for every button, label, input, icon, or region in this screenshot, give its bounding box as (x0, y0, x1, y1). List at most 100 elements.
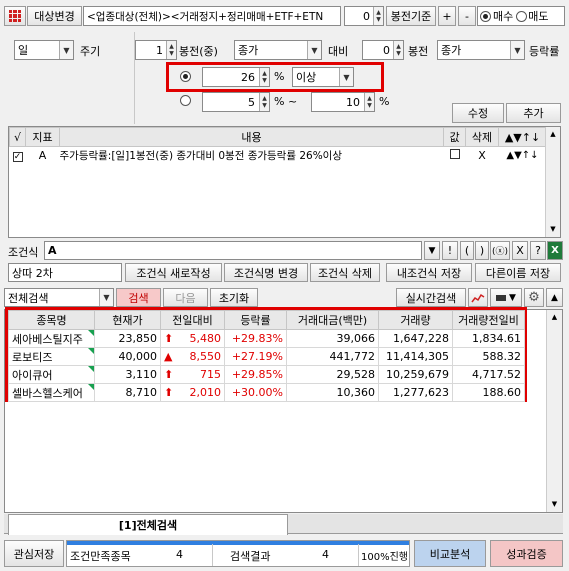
header-ratio[interactable]: 거래량전일비 (452, 310, 525, 330)
rename-condition-button[interactable]: 조건식명 변경 (224, 263, 308, 282)
results-scrollbar[interactable]: ▲ ▼ (546, 310, 562, 512)
edit-button[interactable]: 수정 (452, 103, 504, 123)
buy-radio[interactable] (480, 10, 491, 22)
search-button[interactable]: 검색 (116, 288, 161, 307)
chevron-down-icon[interactable]: ▼ (307, 41, 321, 59)
menu-dropdown-icon[interactable]: ▼ (490, 288, 522, 307)
excel-icon[interactable]: X (547, 241, 563, 260)
option2-from-input[interactable]: 5 ▲ ▼ (202, 92, 270, 112)
right-price-select[interactable]: 종가 ▼ (437, 40, 525, 60)
header-price[interactable]: 현재가 (94, 310, 161, 330)
chevron-down-icon[interactable]: ▼ (510, 41, 524, 59)
compare-analysis-button[interactable]: 비교분석 (414, 540, 486, 567)
volume: 10,259,679 (378, 365, 453, 384)
strategy-name-input[interactable]: 상따 2차 (8, 263, 122, 282)
stock-name[interactable]: 세아베스틸지주 (8, 329, 95, 348)
table-row[interactable]: 셀바스헬스케어 8,710 ⬆ 2,010 +30.00% 10,360 1,27… (8, 383, 525, 402)
cycle-label: 주기 (80, 45, 101, 58)
help-button[interactable]: ? (530, 241, 546, 260)
option1-radio[interactable] (180, 71, 191, 82)
header-rate[interactable]: 등락률 (224, 310, 287, 330)
vs-label: 대비 (328, 45, 349, 58)
stock-name[interactable]: 로보티즈 (8, 347, 95, 366)
right-bong-value: 0 (383, 43, 390, 57)
formula-input[interactable]: A (44, 241, 422, 260)
condition-checkbox[interactable]: ✓ (12, 151, 23, 162)
value-checkbox[interactable] (449, 148, 460, 159)
add-button[interactable]: 추가 (506, 103, 561, 123)
xor-button[interactable]: (ⓧ) (490, 241, 510, 260)
scroll-down-icon[interactable]: ▼ (546, 222, 560, 237)
tab-full-search[interactable]: [1]전체검색 (8, 514, 288, 535)
header-name[interactable]: 종목명 (8, 310, 95, 330)
option1-cond-select[interactable]: 이상 ▼ (292, 67, 354, 87)
clear-formula-button[interactable]: X (512, 241, 528, 260)
condition-scrollbar[interactable]: ▲ ▼ (545, 127, 560, 237)
save-condition-button[interactable]: 내조건식 저장 (386, 263, 472, 282)
right-bong-input[interactable]: 0 ▲ ▼ (362, 40, 404, 60)
spinner-icon[interactable]: ▲ ▼ (373, 7, 383, 25)
formula-dropdown-button[interactable]: ▼ (424, 241, 440, 260)
open-paren-button[interactable]: ( (460, 241, 474, 260)
next-button[interactable]: 다음 (163, 288, 208, 307)
chart-icon[interactable] (468, 288, 488, 307)
realtime-search-button[interactable]: 실시간검색 (396, 288, 466, 307)
table-row[interactable]: 아이큐어 3,110 ⬆ 715 +29.85% 29,528 10,259,67… (8, 365, 525, 384)
results-header: 종목명 현재가 전일대비 등락률 거래대금(백만) 거래량 거래량전일비 (8, 310, 525, 330)
scroll-up-icon[interactable]: ▲ (547, 310, 562, 325)
close-paren-button[interactable]: ) (475, 241, 489, 260)
bong-base-button[interactable]: 봉전기준 (386, 6, 436, 26)
change: ⬆ 715 (160, 365, 225, 384)
chevron-down-icon[interactable]: ▼ (339, 68, 353, 86)
period-select[interactable]: 일 ▼ (14, 40, 74, 60)
results-table: 종목명 현재가 전일대비 등락률 거래대금(백만) 거래량 거래량전일비 세아베… (8, 310, 525, 402)
spinner-icon[interactable]: ▲ ▼ (166, 41, 176, 59)
left-bong-input[interactable]: 1 ▲ ▼ (135, 40, 177, 60)
chevron-down-icon[interactable]: ▼ (59, 41, 73, 59)
left-price-select[interactable]: 종가 ▼ (234, 40, 322, 60)
spinner-icon[interactable]: ▲ ▼ (364, 93, 374, 111)
not-button[interactable]: ! (442, 241, 458, 260)
gear-icon[interactable]: ⚙ (524, 288, 544, 307)
tab-full-search-label: [1]전체검색 (118, 519, 178, 532)
header-amount[interactable]: 거래대금(백만) (286, 310, 379, 330)
performance-verify-button[interactable]: 성과검증 (490, 540, 563, 567)
right-bong-suffix: 봉전 (408, 45, 429, 58)
spinner-icon[interactable]: ▲ ▼ (393, 41, 403, 59)
target-change-label-button[interactable]: 대상변경 (27, 6, 82, 26)
option2-radio[interactable] (180, 95, 191, 106)
target-change-button[interactable] (4, 6, 26, 26)
option2-to-input[interactable]: 10 ▲ ▼ (311, 92, 375, 112)
header-volume[interactable]: 거래량 (378, 310, 453, 330)
condition-row[interactable]: ✓ A 주가등락률:[일]1봉전(중) 종가대비 0봉전 종가등락률 26%이상… (10, 147, 547, 164)
stock-name[interactable]: 아이큐어 (8, 365, 95, 384)
scroll-down-icon[interactable]: ▼ (547, 497, 562, 512)
option2-unit1: % ~ (274, 95, 298, 108)
option1-value-input[interactable]: 26 ▲ ▼ (202, 67, 270, 87)
condition-delete[interactable]: X (466, 147, 499, 164)
grid-icon (9, 10, 21, 22)
spinner-icon[interactable]: ▲ ▼ (259, 93, 269, 111)
scroll-up-icon[interactable]: ▲ (546, 127, 560, 142)
condition-move[interactable]: ▲▼↑↓ (499, 147, 547, 164)
delete-condition-button[interactable]: 조건식 삭제 (310, 263, 380, 282)
stock-name-text: 셀바스헬스케어 (12, 386, 83, 400)
spinner-icon[interactable]: ▲ ▼ (259, 68, 269, 86)
watch-save-button[interactable]: 관심저장 (4, 540, 64, 567)
save-as-button[interactable]: 다른이름 저장 (475, 263, 561, 282)
new-condition-button[interactable]: 조건식 새로작성 (125, 263, 222, 282)
plus-button[interactable]: + (438, 6, 456, 26)
sell-radio[interactable] (516, 10, 528, 22)
collapse-up-icon[interactable]: ▲ (546, 288, 563, 307)
minus-button[interactable]: - (458, 6, 476, 26)
chevron-down-icon[interactable]: ▼ (99, 289, 113, 306)
table-row[interactable]: 세아베스틸지주 23,850 ⬆ 5,480 +29.83% 39,066 1,6… (8, 329, 525, 348)
header-change[interactable]: 전일대비 (160, 310, 225, 330)
table-row[interactable]: 로보티즈 40,000 ▲ 8,550 +27.19% 441,772 11,41… (8, 347, 525, 366)
search-mode-select[interactable]: 전체검색 ▼ (4, 288, 114, 307)
reset-button[interactable]: 초기화 (210, 288, 258, 307)
target-description[interactable]: <업종대상(전체)><거래정지+정리매매+ETF+ETN (83, 6, 341, 26)
stock-name[interactable]: 셀바스헬스케어 (8, 383, 95, 402)
bong-base-value[interactable]: 0 ▲ ▼ (344, 6, 384, 26)
change-text: 715 (200, 368, 221, 381)
